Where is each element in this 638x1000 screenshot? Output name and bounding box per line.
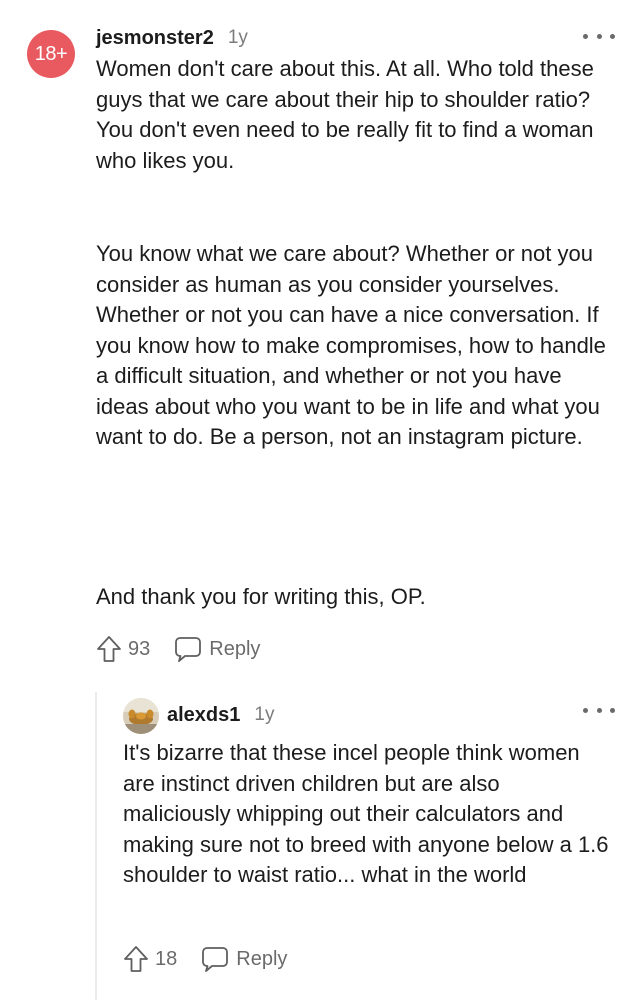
comment-age: 1y: [227, 27, 248, 48]
more-options-dot: [610, 33, 615, 39]
comment-age: 1y: [254, 704, 275, 725]
reply-button[interactable]: Reply: [174, 635, 260, 663]
comment-header: jesmonster2 1y: [96, 22, 248, 54]
vote-count: 93: [128, 637, 151, 660]
more-options-dot: [610, 707, 615, 713]
comment-paragraph: And thank you for writing this, OP.: [96, 584, 426, 609]
more-options-icon: [583, 33, 588, 39]
more-options-button[interactable]: [583, 22, 615, 50]
comment-paragraph: You know what we care about? Whether or …: [96, 241, 606, 449]
comment-paragraph: It's bizarre that these incel people thi…: [123, 740, 609, 887]
upvote-button[interactable]: 93: [96, 635, 150, 663]
more-options-button[interactable]: [583, 696, 615, 724]
comment-body: And thank you for writing this, OP.: [96, 582, 616, 613]
speech-bubble-icon: [175, 637, 202, 662]
comment-body: Women don't care about this. At all. Who…: [96, 54, 616, 176]
comment-actions: 18 Reply: [123, 943, 287, 975]
avatar[interactable]: [123, 698, 159, 734]
upvote-arrow-icon: [97, 636, 121, 662]
reply-button[interactable]: Reply: [201, 945, 287, 973]
comment-actions: 93 Reply: [96, 633, 260, 665]
username[interactable]: alexds1: [167, 704, 240, 727]
reply-label: Reply: [209, 637, 261, 660]
avatar-image: [123, 698, 159, 734]
comment-body: It's bizarre that these incel people thi…: [123, 738, 613, 891]
username[interactable]: jesmonster2: [96, 27, 214, 50]
upvote-button[interactable]: 18: [123, 945, 177, 973]
more-options-dot: [596, 707, 602, 713]
more-options-icon: [583, 707, 588, 713]
speech-bubble-icon: [202, 947, 229, 972]
comment-body: You know what we care about? Whether or …: [96, 239, 616, 453]
nsfw-avatar[interactable]: 18+: [27, 30, 75, 78]
reply-label: Reply: [236, 947, 288, 970]
thread-line[interactable]: [95, 692, 97, 1000]
comment-paragraph: Women don't care about this. At all. Who…: [96, 56, 594, 173]
upvote-arrow-icon: [124, 946, 148, 972]
comment-header: alexds1 1y: [167, 699, 274, 731]
more-options-dot: [596, 33, 602, 39]
vote-count: 18: [155, 947, 178, 970]
